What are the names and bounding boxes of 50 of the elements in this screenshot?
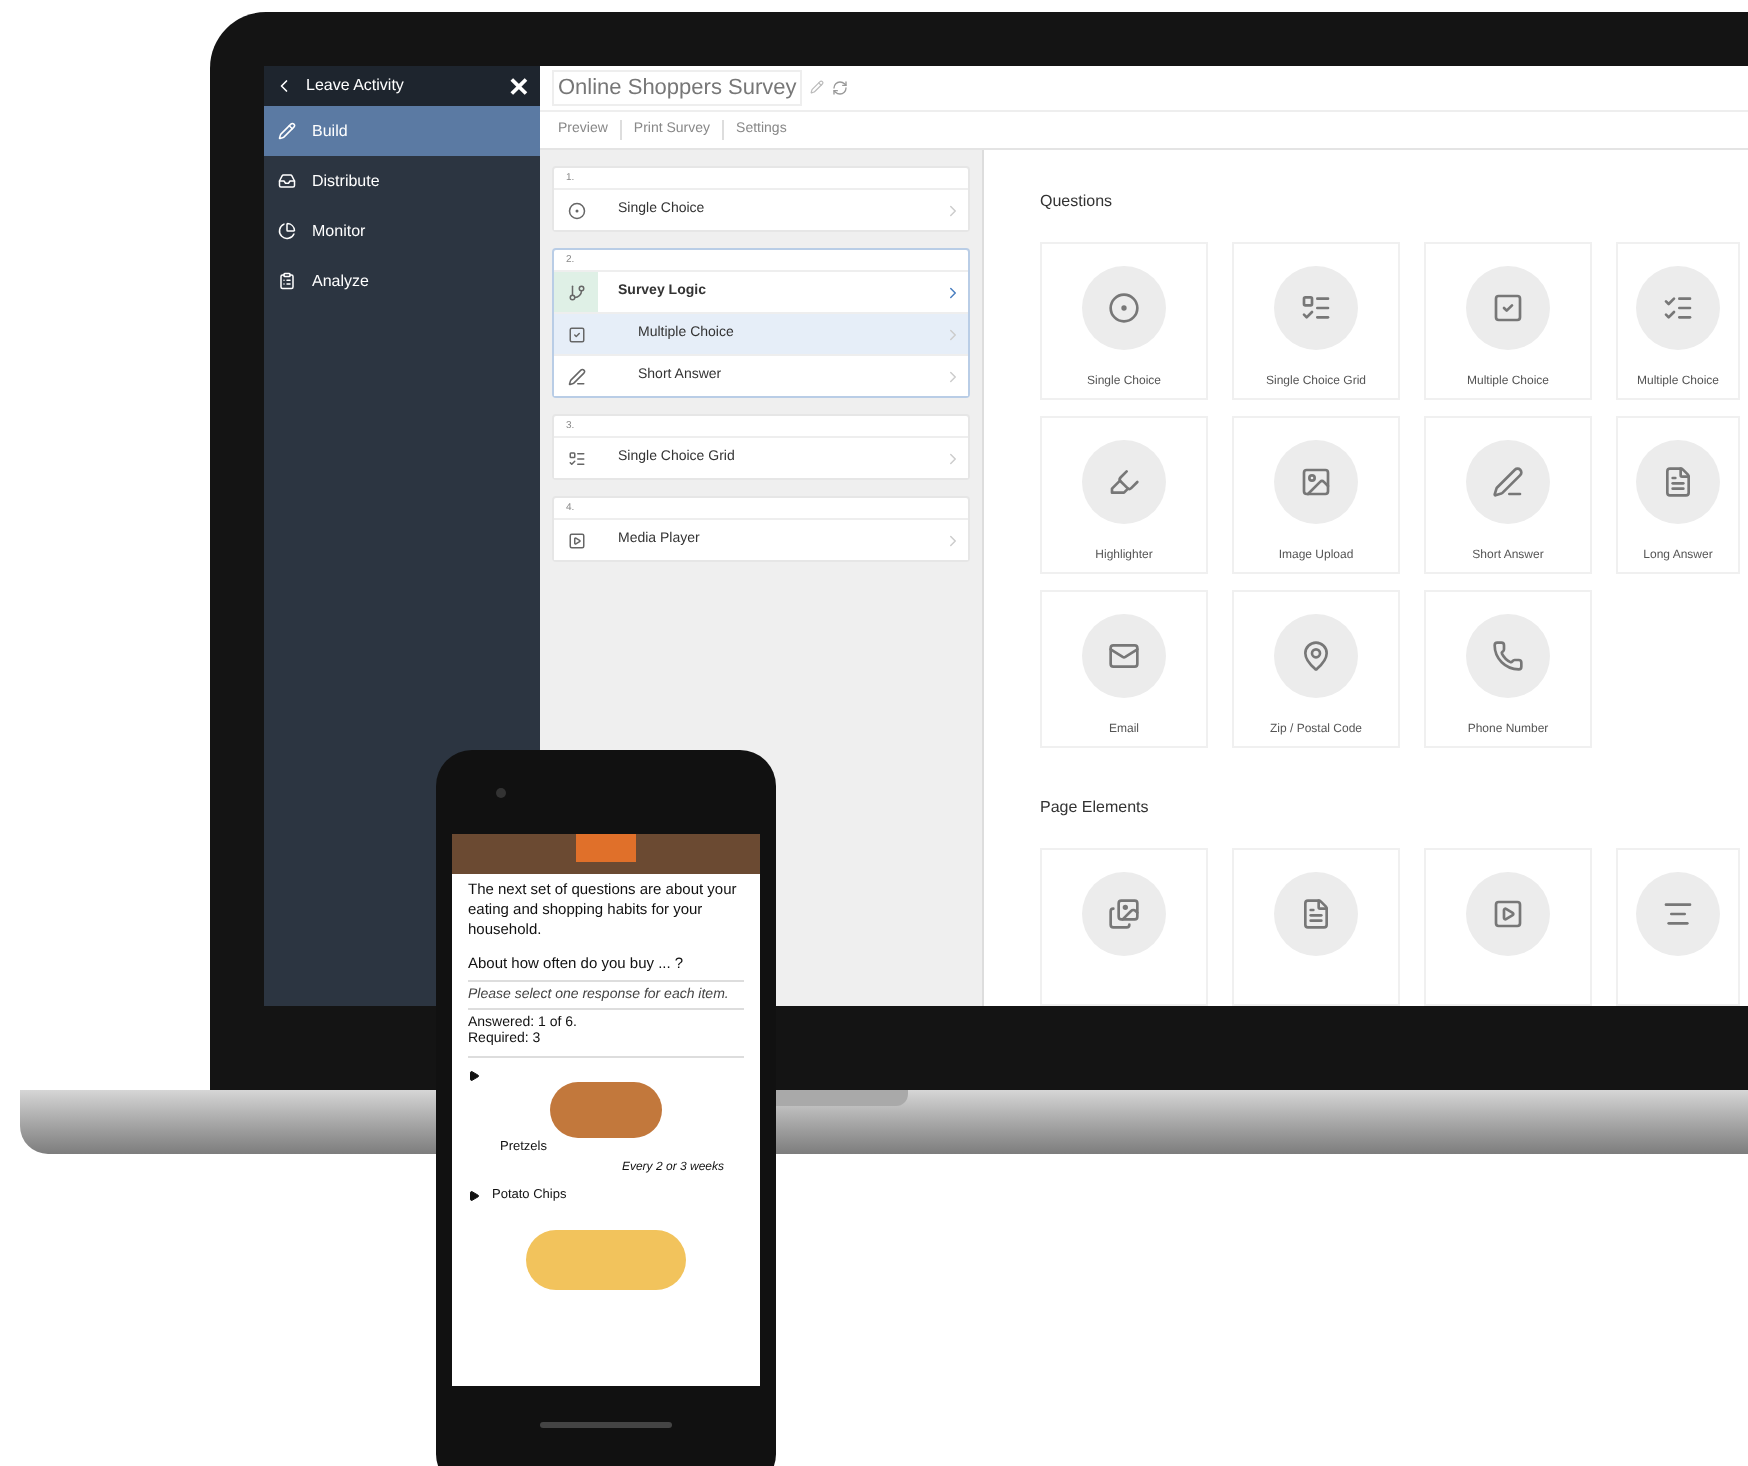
sidebar-item[interactable]: Distribute: [264, 156, 540, 206]
list-icon: [1300, 292, 1332, 324]
survey-title-field[interactable]: Online Shoppers Survey: [552, 69, 803, 107]
close-button[interactable]: ✕: [508, 73, 530, 99]
page-element-card[interactable]: [1232, 848, 1400, 1006]
checkbox-icon: [1492, 292, 1524, 324]
chevron-icon: [944, 283, 962, 301]
section-title: Questions: [1040, 190, 1115, 214]
play-icon[interactable]: [468, 1190, 480, 1202]
play-icon[interactable]: [468, 1070, 480, 1082]
page-element-card[interactable]: [1040, 848, 1208, 1006]
sidebar-item[interactable]: Analyze: [264, 256, 540, 306]
phone-icon: [1492, 640, 1524, 672]
page-element-card[interactable]: [1424, 848, 1592, 1006]
chevron-icon: [944, 367, 962, 385]
list-icon: [567, 449, 585, 467]
pencil-icon[interactable]: [810, 80, 825, 95]
pen-line-icon: [567, 367, 585, 385]
map-pin-icon: [1300, 640, 1332, 672]
chevron-icon: [944, 325, 962, 343]
checklist-icon: [1662, 292, 1694, 324]
sidebar-item[interactable]: Build: [264, 106, 540, 156]
highlighter-icon: [1108, 466, 1140, 498]
chevron-icon: [944, 449, 962, 467]
align-icon: [1662, 898, 1694, 930]
sidebar-item[interactable]: Monitor: [264, 206, 540, 256]
camera-icon: [496, 788, 506, 798]
radio-icon: [1108, 292, 1140, 324]
leave-activity-link[interactable]: Leave Activity: [306, 74, 496, 98]
pencil-icon: [278, 122, 296, 140]
checkbox-icon: [567, 325, 585, 343]
chevron-icon: [944, 531, 962, 549]
radio-icon: [567, 201, 585, 219]
images-icon: [1108, 898, 1140, 930]
image-icon: [1300, 466, 1332, 498]
chevron-icon: [944, 201, 962, 219]
branch-icon: [567, 283, 585, 301]
clipboard-icon: [278, 272, 296, 290]
play-icon: [1492, 898, 1524, 930]
page-element-card[interactable]: [1616, 848, 1740, 1006]
play-icon: [567, 531, 585, 549]
section-title: Page Elements: [1040, 796, 1151, 820]
mail-icon: [1108, 640, 1140, 672]
inbox-icon: [278, 172, 296, 190]
pretzels-photo-placeholder: [550, 1082, 662, 1138]
pie-chart-icon: [278, 222, 296, 240]
pen-line-icon: [1492, 466, 1524, 498]
document-icon: [1300, 898, 1332, 930]
refresh-icon[interactable]: [832, 79, 849, 96]
document-icon: [1662, 466, 1694, 498]
